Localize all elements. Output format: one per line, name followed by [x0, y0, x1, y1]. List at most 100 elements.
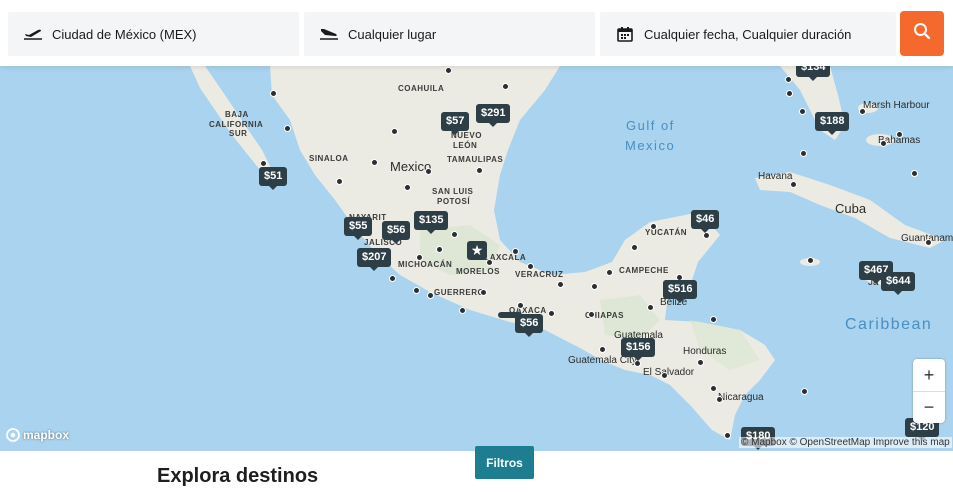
price-pin[interactable]: $51	[259, 167, 288, 190]
label-campeche: CAMPECHE	[619, 266, 669, 275]
search-button[interactable]	[900, 11, 944, 56]
price-pin[interactable]: $135	[414, 211, 449, 234]
destination-dot[interactable]	[710, 316, 717, 323]
destination-dot[interactable]	[896, 131, 903, 138]
origin-marker[interactable]: ★	[467, 241, 487, 260]
search-icon	[913, 22, 931, 45]
calendar-icon	[614, 25, 636, 43]
price-pin[interactable]: $46	[691, 210, 720, 233]
label-gulf-1: Gulf of	[626, 118, 675, 133]
price-pin[interactable]: $56	[515, 314, 544, 337]
destination-dot[interactable]	[859, 108, 866, 115]
destination-dot[interactable]	[710, 385, 717, 392]
destination-dot[interactable]	[661, 372, 668, 379]
destination-dot[interactable]	[599, 346, 606, 353]
destination-dot[interactable]	[634, 360, 641, 367]
label-havana: Havana	[758, 171, 793, 182]
destination-dot[interactable]	[413, 287, 420, 294]
zoom-controls: + −	[913, 359, 945, 423]
origin-value: Ciudad de México (MEX)	[52, 26, 197, 42]
destination-dot[interactable]	[512, 248, 519, 255]
destination-dot[interactable]	[588, 311, 595, 318]
label-nicaragua: Nicaragua	[718, 392, 764, 403]
label-veracruz: VERACRUZ	[515, 270, 564, 279]
destination-dot[interactable]	[486, 259, 493, 266]
destination-dot[interactable]	[647, 304, 654, 311]
label-marsh-harbour: Marsh Harbour	[863, 100, 930, 111]
destination-dot[interactable]	[716, 396, 723, 403]
mapbox-logo[interactable]: mapbox	[6, 428, 69, 442]
destination-dot[interactable]	[502, 83, 509, 90]
destination-field[interactable]: Cualquier lugar	[304, 12, 595, 56]
destination-dot[interactable]	[703, 232, 710, 239]
label-leon: LEÓN	[453, 141, 478, 150]
destination-dot[interactable]	[445, 67, 452, 74]
destination-dot[interactable]	[801, 388, 808, 395]
price-pin[interactable]: $134	[796, 66, 831, 81]
section-title: Explora destinos	[157, 465, 319, 487]
label-michoacan: MICHOACÁN	[398, 260, 453, 269]
label-baja: BAJA	[225, 110, 249, 119]
label-potosi: POTOSÍ	[437, 197, 471, 206]
destination-dot[interactable]	[427, 292, 434, 299]
destination-dot[interactable]	[404, 184, 411, 191]
destination-dot[interactable]	[548, 310, 555, 317]
label-sur: SUR	[229, 129, 248, 138]
price-pin[interactable]: $188	[815, 112, 850, 135]
destination-dot[interactable]	[799, 108, 806, 115]
destination-dot[interactable]	[925, 239, 932, 246]
destination-dot[interactable]	[416, 254, 423, 261]
destination-dot[interactable]	[790, 181, 797, 188]
destination-dot[interactable]	[800, 150, 807, 157]
destination-dot[interactable]	[911, 170, 918, 177]
dates-field[interactable]: Cualquier fecha, Cualquier duración	[600, 12, 896, 56]
map[interactable]: COAHUILA BAJA CALIFORNIA SUR SINALOA Mex…	[0, 66, 953, 451]
label-coahuila: COAHUILA	[398, 84, 445, 93]
destination-dot[interactable]	[284, 125, 291, 132]
origin-field[interactable]: Ciudad de México (MEX)	[8, 12, 299, 56]
filters-button[interactable]: Filtros	[475, 446, 534, 479]
destination-dot[interactable]	[436, 246, 443, 253]
destination-dot[interactable]	[389, 275, 396, 282]
destination-dot[interactable]	[476, 167, 483, 174]
search-bar: Ciudad de México (MEX) Cualquier lugar C…	[0, 0, 953, 66]
destination-dot[interactable]	[371, 159, 378, 166]
destination-dot[interactable]	[785, 76, 792, 83]
destination-dot[interactable]	[724, 432, 731, 439]
destination-dot[interactable]	[517, 302, 524, 309]
zoom-out-button[interactable]: −	[913, 391, 945, 423]
destination-dot[interactable]	[425, 168, 432, 175]
price-pin[interactable]: $516	[663, 280, 698, 303]
destination-dot[interactable]	[591, 283, 598, 290]
price-pin[interactable]: $207	[357, 248, 392, 271]
destination-dot[interactable]	[336, 178, 343, 185]
destination-dot[interactable]	[451, 231, 458, 238]
plane-takeoff-icon	[22, 25, 44, 43]
price-pin[interactable]: $156	[621, 338, 656, 361]
destination-dot[interactable]	[631, 244, 638, 251]
destination-dot[interactable]	[270, 90, 277, 97]
label-el-salvador: El Salvador	[643, 367, 695, 378]
price-pin[interactable]: $57	[441, 112, 470, 135]
map-attribution[interactable]: © Mapbox © OpenStreetMap Improve this ma…	[739, 437, 952, 448]
destination-dot[interactable]	[527, 263, 534, 270]
label-san-luis: SAN LUIS	[432, 187, 474, 196]
destination-dot[interactable]	[459, 307, 466, 314]
destination-dot[interactable]	[480, 289, 487, 296]
destination-dot[interactable]	[260, 160, 267, 167]
destination-dot[interactable]	[807, 257, 814, 264]
destination-dot[interactable]	[880, 140, 887, 147]
destination-dot[interactable]	[786, 90, 793, 97]
price-pin[interactable]: $644	[881, 272, 916, 295]
price-pin[interactable]: $55	[344, 217, 373, 240]
zoom-in-button[interactable]: +	[913, 359, 945, 391]
mapbox-logo-text: mapbox	[23, 428, 70, 442]
destination-dot[interactable]	[391, 128, 398, 135]
price-pin[interactable]: $291	[476, 104, 511, 127]
destination-dot[interactable]	[557, 281, 564, 288]
destination-dot[interactable]	[606, 269, 613, 276]
destination-placeholder: Cualquier lugar	[348, 26, 437, 42]
destination-dot[interactable]	[650, 223, 657, 230]
destination-dot[interactable]	[697, 359, 704, 366]
price-pin[interactable]: $56	[382, 221, 411, 244]
